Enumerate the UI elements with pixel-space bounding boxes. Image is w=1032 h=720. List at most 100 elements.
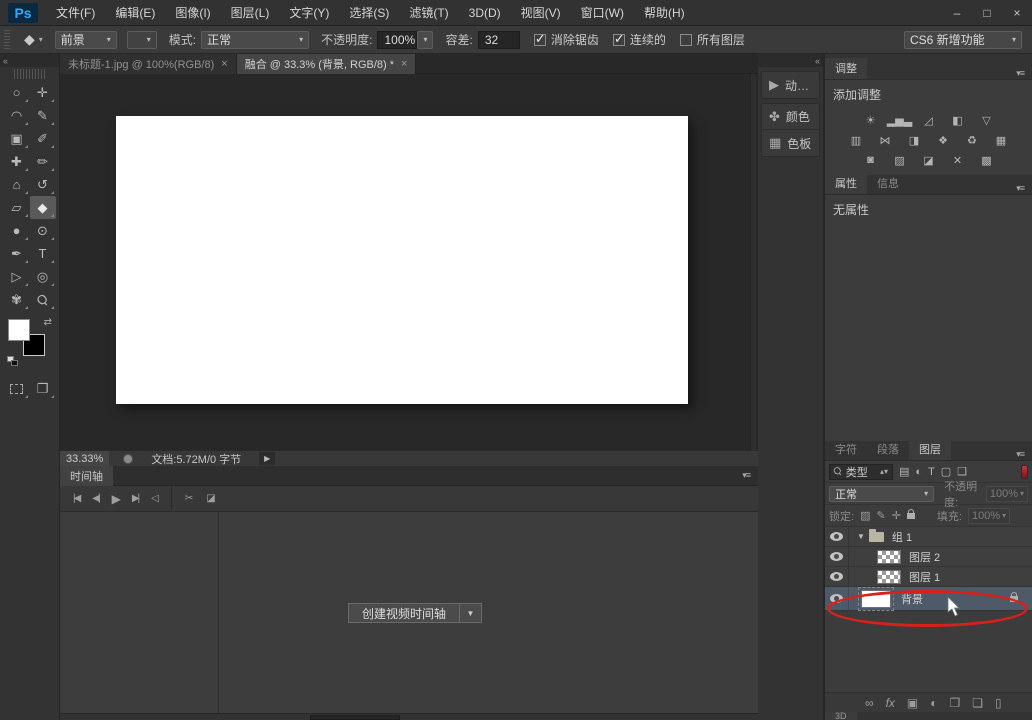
tool-path-selection[interactable]: ▷ (4, 265, 30, 288)
collapse-icon[interactable]: « (3, 56, 8, 66)
new-group-icon[interactable]: ❐ (950, 696, 961, 710)
hue-saturation-icon[interactable]: ▥ (847, 133, 865, 147)
menu-type[interactable]: 文字(Y) (279, 0, 339, 26)
layer-name[interactable]: 组 1 (892, 529, 912, 545)
tool-healing-brush[interactable]: ✚ (4, 150, 30, 173)
threshold-icon[interactable]: ◪ (920, 153, 938, 167)
fill-source-select[interactable]: 前景▾ (55, 31, 117, 49)
tool-history-brush[interactable]: ↺ (30, 173, 56, 196)
lock-all-icon[interactable] (907, 513, 915, 519)
color-panel-button[interactable]: ✤ 颜色 (762, 104, 819, 130)
tab-3d[interactable]: 3D (825, 712, 857, 720)
mute-audio-button[interactable]: ◁ (151, 493, 157, 504)
color-lookup-icon[interactable]: ▦ (992, 133, 1010, 147)
expand-group-icon[interactable]: ▼ (857, 532, 865, 541)
exposure-icon[interactable]: ◧ (949, 113, 967, 127)
tool-eyedropper[interactable]: ✐ (30, 127, 56, 150)
pattern-select[interactable]: ▾ (127, 31, 157, 49)
default-colors-icon[interactable] (7, 356, 18, 366)
swatches-panel-button[interactable]: ▦ 色板 (762, 130, 819, 156)
menu-filter[interactable]: 滤镜(T) (399, 0, 458, 26)
tool-move[interactable]: ✛ (30, 81, 56, 104)
selective-color-icon[interactable]: ✕ (949, 153, 967, 167)
tool-preset-arrow-icon[interactable]: ▾ (39, 35, 43, 44)
curves-icon[interactable]: ◿ (920, 113, 938, 127)
menu-3d[interactable]: 3D(D) (459, 0, 511, 26)
tool-ellipse-shape[interactable]: ◎ (30, 265, 56, 288)
go-first-frame-button[interactable]: |◀ (73, 493, 79, 504)
close-tab-icon[interactable]: × (401, 58, 407, 70)
maximize-button[interactable]: □ (972, 2, 1002, 24)
layer-name[interactable]: 图层 2 (909, 549, 940, 565)
tool-zoom[interactable]: Ϙ (30, 288, 56, 311)
photo-filter-icon[interactable]: ❖ (934, 133, 952, 147)
visibility-toggle[interactable] (825, 567, 849, 586)
tool-pen[interactable]: ✒ (4, 242, 30, 265)
color-balance-icon[interactable]: ⋈ (876, 133, 894, 147)
invert-icon[interactable]: ◙ (862, 153, 880, 167)
mode-select[interactable]: 正常▾ (201, 31, 309, 49)
filter-toggle-switch[interactable] (1021, 465, 1028, 479)
black-white-icon[interactable]: ◨ (905, 133, 923, 147)
swap-colors-icon[interactable]: ⇄ (44, 317, 52, 328)
tab-properties[interactable]: 属性 (825, 173, 867, 194)
tool-type[interactable]: T (30, 242, 56, 265)
levels-icon[interactable]: ▂▅▃ (891, 113, 909, 127)
tool-blur[interactable]: ● (4, 219, 30, 242)
layer-row-background[interactable]: 背景 (825, 587, 1032, 611)
vibrance-icon[interactable]: ▽ (978, 113, 996, 127)
layer-row-group1[interactable]: ▼ 组 1 (825, 527, 1032, 547)
tab-info[interactable]: 信息 (867, 173, 909, 194)
layers-panel-menu-icon[interactable]: ▾≡ (1016, 449, 1024, 460)
minimize-button[interactable]: – (942, 2, 972, 24)
canvas-scrollbar[interactable] (750, 74, 756, 450)
layer-name[interactable]: 图层 1 (909, 569, 940, 585)
tool-crop[interactable]: ▣ (4, 127, 30, 150)
posterize-icon[interactable]: ▨ (891, 153, 909, 167)
gradient-map-icon[interactable]: ▩ (978, 153, 996, 167)
tab-layers[interactable]: 图层 (909, 439, 951, 460)
lock-image-icon[interactable]: ✎ (876, 509, 885, 522)
filter-adjustment-icon[interactable]: ◐ (915, 466, 922, 478)
previous-frame-button[interactable]: ◀| (92, 493, 98, 504)
menu-help[interactable]: 帮助(H) (634, 0, 695, 26)
document-tab-ronghe[interactable]: 融合 @ 33.3% (背景, RGB/8) * × (237, 54, 417, 74)
new-layer-icon[interactable]: ❏ (972, 696, 983, 710)
layer-row-layer1[interactable]: 图层 1 (825, 567, 1032, 587)
filter-type-icon[interactable]: T (928, 466, 935, 478)
all-layers-checkbox[interactable] (680, 34, 692, 46)
layer-style-icon[interactable]: fx (886, 696, 895, 710)
brightness-contrast-icon[interactable]: ☀ (862, 113, 880, 127)
tab-character[interactable]: 字符 (825, 439, 867, 460)
filter-image-icon[interactable]: ▤ (899, 465, 909, 478)
filter-shape-icon[interactable]: ▢ (941, 465, 951, 478)
opacity-input[interactable]: 100% (377, 31, 417, 49)
quick-mask-button[interactable] (4, 377, 30, 400)
close-tab-icon[interactable]: × (221, 58, 227, 70)
contiguous-checkbox[interactable] (613, 34, 625, 46)
menu-layer[interactable]: 图层(L) (221, 0, 280, 26)
tool-elliptical-marquee[interactable]: ○ (4, 81, 30, 104)
document-tab-untitled[interactable]: 未标题-1.jpg @ 100%(RGB/8) × (60, 54, 237, 74)
lock-position-icon[interactable]: ✛ (892, 509, 901, 522)
transition-button[interactable]: ◪ (206, 493, 215, 504)
timeline-panel-menu-icon[interactable]: ▾≡ (742, 470, 750, 481)
split-clip-button[interactable]: ✂ (185, 493, 193, 504)
close-button[interactable]: × (1002, 2, 1032, 24)
visibility-toggle[interactable] (825, 587, 849, 610)
tab-paragraph[interactable]: 段落 (867, 439, 909, 460)
channel-mixer-icon[interactable]: ♻ (963, 133, 981, 147)
adjustments-panel-menu-icon[interactable]: ▾≡ (1016, 68, 1024, 79)
anti-alias-checkbox[interactable] (534, 34, 546, 46)
visibility-toggle[interactable] (825, 527, 849, 546)
background-thumbnail[interactable] (861, 590, 891, 608)
tool-clone-stamp[interactable]: ⌂ (4, 173, 30, 196)
filter-kind-select[interactable]: Ϙ 类型 ▴▾ (829, 464, 893, 480)
cs6-new-features-select[interactable]: CS6 新增功能▾ (904, 31, 1022, 49)
tool-paint-bucket[interactable]: ◆ (30, 196, 56, 219)
layer-thumbnail[interactable] (877, 550, 901, 564)
play-button[interactable]: ▶ (112, 492, 119, 506)
document-canvas[interactable] (116, 116, 688, 404)
layer-thumbnail[interactable] (877, 570, 901, 584)
add-mask-icon[interactable]: ▣ (907, 696, 918, 710)
